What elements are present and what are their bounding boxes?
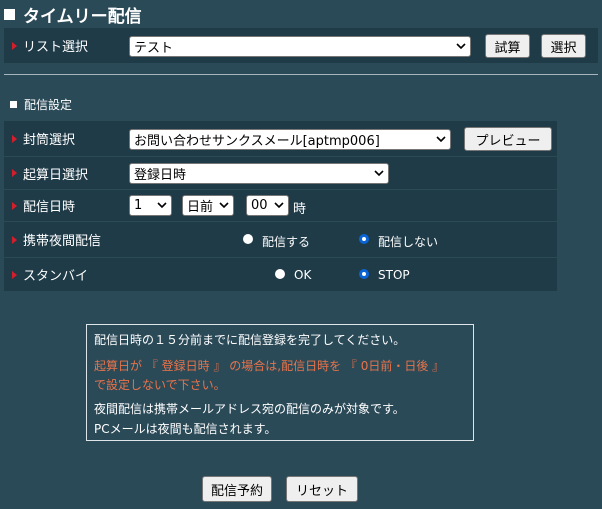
envelope-select-value: お問い合わせサンクスメール[aptmp006] xyxy=(134,134,380,149)
base-date-label-cell: 起算日選択 xyxy=(4,157,122,189)
mobile-night-value-cell xyxy=(122,222,557,257)
chevron-down-icon xyxy=(436,136,446,143)
list-select-label: リスト選択 xyxy=(23,40,89,55)
list-select-dropdown[interactable]: テスト xyxy=(129,36,471,57)
section-divider xyxy=(4,74,598,75)
standby-stop-label: STOP xyxy=(378,268,410,282)
list-select-value: テスト xyxy=(134,41,174,56)
mobile-night-send-label: 配信する xyxy=(262,235,311,249)
preview-button[interactable]: プレビュー xyxy=(464,127,552,151)
reset-button[interactable]: リセット xyxy=(286,476,358,502)
page-title: タイムリー配信 xyxy=(4,2,142,27)
chevron-down-icon xyxy=(219,202,229,209)
trial-calc-button[interactable]: 試算 xyxy=(485,34,530,58)
standby-value-cell xyxy=(122,258,557,291)
send-days-value: 1 xyxy=(134,198,143,213)
standby-ok-radio[interactable] xyxy=(275,269,285,279)
envelope-select-dropdown[interactable]: お問い合わせサンクスメール[aptmp006] xyxy=(129,129,451,150)
section-square-icon xyxy=(10,101,17,108)
page-title-text: タイムリー配信 xyxy=(23,7,142,27)
send-direction-select[interactable]: 日前 xyxy=(182,195,234,216)
base-date-label: 起算日選択 xyxy=(23,167,89,183)
standby-label-cell: スタンバイ xyxy=(4,258,122,291)
mobile-night-nosend-radio[interactable] xyxy=(359,234,369,244)
mobile-night-label: 携帯夜間配信 xyxy=(23,234,102,249)
mobile-night-nosend-label: 配信しない xyxy=(378,235,439,249)
send-time-label: 配信日時 xyxy=(23,200,76,215)
envelope-label: 封筒選択 xyxy=(23,133,76,148)
chevron-down-icon xyxy=(456,43,466,50)
row-marker-icon xyxy=(12,169,17,177)
send-hour-value: 00 xyxy=(251,198,268,213)
list-select-label-cell: リスト選択 xyxy=(4,28,122,63)
send-hour-select[interactable]: 00 xyxy=(246,195,289,216)
row-marker-icon xyxy=(12,134,17,143)
reserve-delivery-button[interactable]: 配信予約 xyxy=(202,476,272,502)
section-heading-text: 配信設定 xyxy=(24,98,73,112)
row-marker-icon xyxy=(12,270,17,279)
mobile-night-send-radio[interactable] xyxy=(243,234,253,244)
notice-box: 配信日時の１５分前までに配信登録を完了してください。 起算日が 『 登録日時 』… xyxy=(86,324,474,441)
send-time-label-cell: 配信日時 xyxy=(4,190,122,221)
chevron-down-icon xyxy=(374,170,384,177)
standby-stop-radio[interactable] xyxy=(359,269,369,279)
row-marker-icon xyxy=(12,235,17,244)
notice-warning-line: で設定しないで下さい。 xyxy=(94,378,226,392)
envelope-label-cell: 封筒選択 xyxy=(4,121,122,156)
title-square-icon xyxy=(4,9,15,20)
notice-line: PCメールは夜間も配信されます。 xyxy=(94,422,277,436)
chevron-down-icon xyxy=(274,202,284,209)
send-days-select[interactable]: 1 xyxy=(129,195,172,216)
mobile-night-label-cell: 携帯夜間配信 xyxy=(4,222,122,257)
chevron-down-icon xyxy=(157,202,167,209)
row-marker-icon xyxy=(12,41,17,50)
notice-line: 夜間配信は携帯メールアドレス宛の配信のみが対象です。 xyxy=(94,402,405,416)
section-heading: 配信設定 xyxy=(10,96,72,113)
send-direction-value: 日前 xyxy=(187,200,214,215)
base-date-select-dropdown[interactable]: 登録日時 xyxy=(129,163,389,184)
notice-warning-line: 起算日が 『 登録日時 』 の場合は,配信日時を 『 0日前・日後 』 xyxy=(94,359,445,373)
row-marker-icon xyxy=(12,201,17,210)
standby-ok-label: OK xyxy=(294,268,312,282)
hour-unit-label: 時 xyxy=(293,202,307,217)
notice-line: 配信日時の１５分前までに配信登録を完了してください。 xyxy=(94,333,406,347)
standby-label: スタンバイ xyxy=(23,269,89,284)
base-date-select-value: 登録日時 xyxy=(134,168,187,183)
select-list-button[interactable]: 選択 xyxy=(541,34,586,58)
